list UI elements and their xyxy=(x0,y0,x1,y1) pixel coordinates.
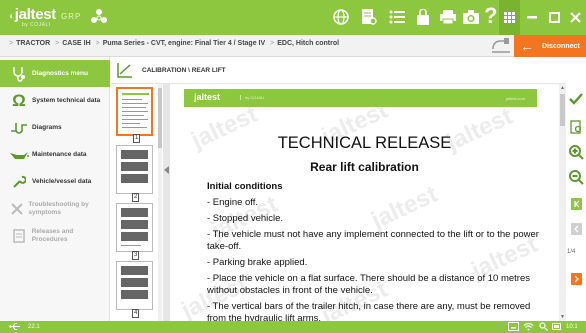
zoom-in-icon[interactable] xyxy=(568,144,584,160)
calibration-icon xyxy=(116,61,134,84)
sidebar: Diagnostics menu Ω System technical data… xyxy=(0,57,110,333)
diagram-icon xyxy=(6,119,32,137)
thumbnail-scrollbar[interactable] xyxy=(158,84,162,321)
omega-icon: Ω xyxy=(12,90,26,110)
content-header: CALIBRATION \ REAR LIFT xyxy=(111,57,566,84)
sidebar-item-diagrams[interactable]: Diagrams xyxy=(0,114,110,141)
oil-can-icon xyxy=(6,146,32,164)
page-thumbnail[interactable]: 3 xyxy=(116,203,153,260)
breadcrumb-item[interactable]: EDC, Hitch control xyxy=(277,40,339,47)
sidebar-item-system-technical-data[interactable]: Ω System technical data xyxy=(0,87,110,114)
jaltest-logo: ◖jaltest by COJALI xyxy=(8,6,57,28)
connector-icon xyxy=(490,37,512,55)
page-thumbnail[interactable]: 2 xyxy=(116,145,153,202)
document-search-icon[interactable] xyxy=(359,7,379,27)
apps-grid-icon[interactable] xyxy=(499,0,520,35)
page-title: CALIBRATION \ REAR LIFT xyxy=(142,67,226,74)
search-icon[interactable] xyxy=(539,322,548,333)
minimize-icon[interactable] xyxy=(521,0,543,35)
usb-icon xyxy=(9,322,21,333)
document-viewer: jaltest jaltest jaltest jaltest jaltest … xyxy=(170,84,559,321)
shopping-bag-icon[interactable] xyxy=(413,7,433,27)
tools-icon xyxy=(6,200,28,218)
right-toolbar: 1/4 xyxy=(566,84,586,321)
page-number: 2 xyxy=(132,193,140,202)
wrench-icon xyxy=(6,173,32,191)
sidebar-item-maintenance-data[interactable]: Maintenance data xyxy=(0,141,110,168)
arrow-left-icon: ← xyxy=(520,38,534,54)
breadcrumb-item[interactable]: Puma Series - CVT, engine: Final Tier 4 … xyxy=(103,40,265,47)
breadcrumb-item[interactable]: CASE IH xyxy=(62,40,90,47)
version-label: 22.1 xyxy=(28,324,40,330)
breadcrumb-item[interactable]: TRACTOR xyxy=(16,40,50,47)
app-window: { "app": { "logo": "jaltest", "logo_sub"… xyxy=(0,0,586,333)
product-label: GRP xyxy=(61,12,82,21)
page-thumbnail[interactable]: 4 xyxy=(116,261,153,318)
status-bar: 22.1 10:1 xyxy=(0,321,586,333)
sidebar-item-vehicle-data[interactable]: Vehicle/vessel data xyxy=(0,168,110,195)
sidebar-item-troubleshooting[interactable]: Troubleshooting by symptoms xyxy=(0,195,110,222)
maximize-icon[interactable] xyxy=(543,0,565,35)
top-bar: ◖jaltest by COJALI GRP ? xyxy=(0,0,586,35)
battery-icon xyxy=(552,322,562,333)
globe-icon[interactable] xyxy=(331,7,351,27)
stethoscope-icon xyxy=(6,65,32,83)
page-number: 1 xyxy=(133,134,141,143)
section-heading: Initial conditions xyxy=(207,181,283,192)
document-subtitle: Rear lift calibration xyxy=(310,160,419,174)
sidebar-item-releases-procedures[interactable]: Releases and Procedures xyxy=(0,222,110,249)
page-number: 3 xyxy=(132,251,140,260)
disconnect-label: Disconnect xyxy=(542,42,580,50)
document-title: TECHNICAL RELEASE xyxy=(277,134,452,152)
page-next-icon[interactable] xyxy=(568,271,584,287)
list-item: - Parking brake applied. xyxy=(207,257,308,268)
page-first-icon[interactable] xyxy=(568,196,584,212)
keyboard-icon[interactable] xyxy=(508,322,519,333)
sidebar-item-diagnostics-menu[interactable]: Diagnostics menu xyxy=(0,60,110,87)
list-icon[interactable] xyxy=(387,7,407,27)
thumbnail-panel: 1 2 3 4 xyxy=(111,84,163,321)
list-item: - Engine off. xyxy=(207,197,259,208)
camera-icon[interactable] xyxy=(461,7,481,27)
print-icon[interactable] xyxy=(438,7,458,27)
search-document-icon[interactable] xyxy=(568,119,584,135)
list-item: - The vehicle must not have any implemen… xyxy=(207,229,539,252)
document-scrollbar[interactable]: ▲ ▼ xyxy=(559,84,566,321)
list-item: - Stopped vehicle. xyxy=(207,213,284,224)
list-item: - The vertical bars of the trailer hitch… xyxy=(207,301,531,321)
close-icon[interactable] xyxy=(564,0,586,35)
zoom-out-icon[interactable] xyxy=(568,169,584,185)
list-item: - Place the vehicle on a flat surface. T… xyxy=(207,273,531,296)
disconnect-button[interactable]: ← Disconnect xyxy=(514,35,586,57)
help-icon[interactable]: ? xyxy=(484,3,497,29)
page-number: 4 xyxy=(132,309,140,318)
check-icon[interactable] xyxy=(568,91,584,107)
page-indicator: 1/4 xyxy=(567,249,576,255)
clock-label: 10:1 xyxy=(566,324,578,330)
wifi-icon xyxy=(523,322,534,333)
breadcrumb: > TRACTOR > CASE IH > Puma Series - CVT, en… xyxy=(9,40,340,47)
panel-collapse-handle[interactable] xyxy=(163,84,170,321)
page-thumbnail[interactable]: 1 xyxy=(116,87,153,143)
page-previous-icon[interactable] xyxy=(568,221,584,237)
hub-icon[interactable] xyxy=(89,7,109,27)
document-header: jaltest by COJALI jaltest.com xyxy=(184,89,537,107)
document-icon xyxy=(6,227,32,245)
